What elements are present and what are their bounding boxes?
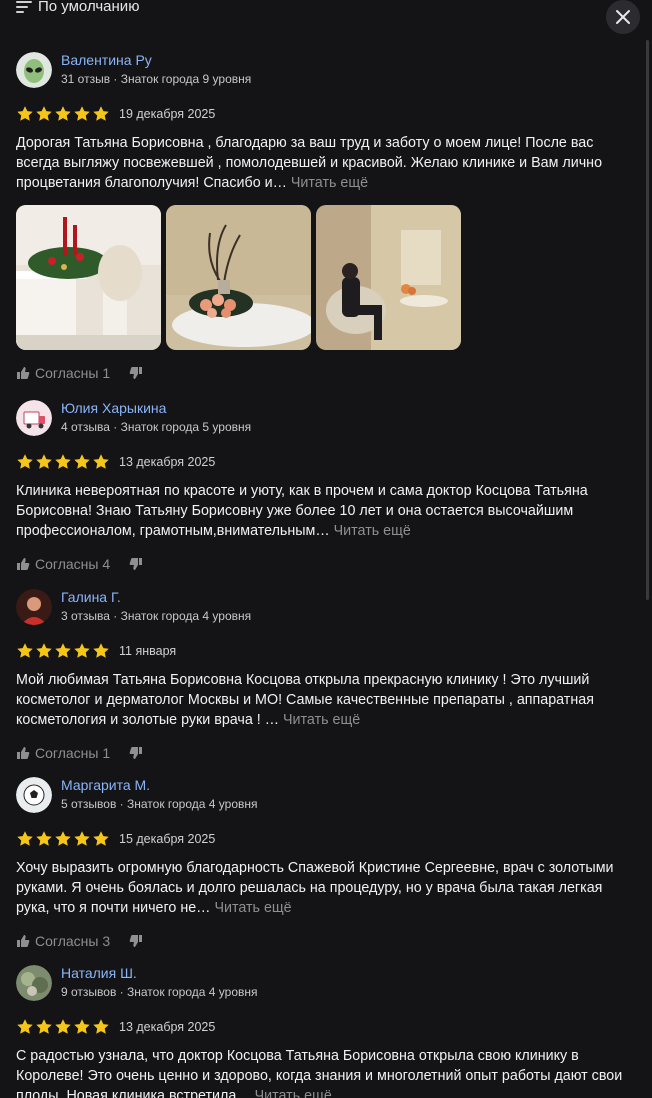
review-photo-3[interactable] xyxy=(316,205,461,350)
sort-dropdown[interactable]: По умолчанию xyxy=(16,0,139,15)
review-card: Валентина Ру 31 отзыв · Знаток города 9 … xyxy=(16,52,636,382)
sort-label: По умолчанию xyxy=(38,0,140,15)
review-author-meta: 31 отзыв · Знаток города 9 уровня xyxy=(61,72,252,86)
review-text: Мой любимая Татьяна Борисовна Косцова от… xyxy=(16,672,594,728)
review-text: Хочу выразить огромную благодарность Спа… xyxy=(16,860,614,916)
review-date: 15 декабря 2025 xyxy=(119,832,216,846)
star-icon xyxy=(36,1019,52,1034)
dislike-button[interactable] xyxy=(129,934,143,948)
review-author[interactable]: Юлия Харыкина xyxy=(61,400,166,416)
star-icon xyxy=(74,831,90,846)
star-rating xyxy=(16,830,110,848)
review-photo-1[interactable] xyxy=(16,205,161,350)
dislike-button[interactable] xyxy=(129,366,143,380)
star-icon xyxy=(74,1019,90,1034)
review-card: Галина Г. 3 отзыва · Знаток города 4 уро… xyxy=(16,589,636,762)
review-author-meta: 5 отзывов · Знаток города 4 уровня xyxy=(61,797,258,811)
star-icon xyxy=(17,643,33,658)
top-bar: По умолчанию xyxy=(0,0,652,34)
read-more-link[interactable]: Читать ещё xyxy=(214,900,291,916)
dislike-button[interactable] xyxy=(129,746,143,760)
review-author[interactable]: Валентина Ру xyxy=(61,52,152,68)
review-text: Клиника невероятная по красоте и уюту, к… xyxy=(16,483,588,539)
thumbs-up-icon xyxy=(17,935,30,947)
review-card: Юлия Харыкина 4 отзыва · Знаток города 5… xyxy=(16,400,636,573)
agree-button[interactable]: Согласны 3 xyxy=(16,933,110,949)
star-icon xyxy=(93,454,109,469)
review-text: С радостью узнала, что доктор Косцова Та… xyxy=(16,1046,636,1098)
thumbs-up-icon xyxy=(17,558,30,570)
review-date: 19 декабря 2025 xyxy=(119,107,216,121)
review-card: Маргарита М. 5 отзывов · Знаток города 4… xyxy=(16,777,636,950)
avatar-alien[interactable] xyxy=(16,52,52,88)
star-rating xyxy=(16,105,110,123)
star-icon xyxy=(55,454,71,469)
thumbs-down-icon xyxy=(129,558,143,570)
review-photos xyxy=(16,205,636,350)
review-author[interactable]: Маргарита М. xyxy=(61,777,150,793)
read-more-link[interactable]: Читать ещё xyxy=(255,1088,332,1098)
star-icon xyxy=(93,1019,109,1034)
review-author[interactable]: Наталия Ш. xyxy=(61,965,137,981)
thumbs-down-icon xyxy=(129,747,143,759)
star-rating xyxy=(16,1018,110,1036)
star-icon xyxy=(55,831,71,846)
star-icon xyxy=(93,831,109,846)
star-icon xyxy=(74,106,90,121)
review-card: Наталия Ш. 9 отзывов · Знаток города 4 у… xyxy=(16,965,636,1098)
star-icon xyxy=(74,454,90,469)
review-date: 13 декабря 2025 xyxy=(119,455,216,469)
close-icon xyxy=(616,10,630,24)
review-date: 13 декабря 2025 xyxy=(119,1020,216,1034)
review-author-meta: 3 отзыва · Знаток города 4 уровня xyxy=(61,609,252,623)
star-icon xyxy=(36,106,52,121)
avatar-photo[interactable] xyxy=(16,589,52,625)
avatar-soccer-ball[interactable] xyxy=(16,777,52,813)
thumbs-up-icon xyxy=(17,367,30,379)
star-icon xyxy=(93,106,109,121)
review-date: 11 января xyxy=(119,644,177,658)
scrollbar[interactable] xyxy=(646,40,649,600)
star-icon xyxy=(36,831,52,846)
star-icon xyxy=(36,454,52,469)
star-icon xyxy=(17,1019,33,1034)
star-icon xyxy=(17,831,33,846)
avatar-truck[interactable] xyxy=(16,400,52,436)
star-icon xyxy=(93,643,109,658)
agree-button[interactable]: Согласны 1 xyxy=(16,745,110,761)
avatar-nature[interactable] xyxy=(16,965,52,1001)
review-author-meta: 4 отзыва · Знаток города 5 уровня xyxy=(61,420,252,434)
agree-button[interactable]: Согласны 1 xyxy=(16,365,110,381)
review-author[interactable]: Галина Г. xyxy=(61,589,121,605)
star-icon xyxy=(36,643,52,658)
star-icon xyxy=(74,643,90,658)
star-icon xyxy=(55,643,71,658)
thumbs-up-icon xyxy=(17,747,30,759)
thumbs-down-icon xyxy=(129,367,143,379)
read-more-link[interactable]: Читать ещё xyxy=(334,523,411,539)
star-icon xyxy=(17,106,33,121)
review-author-meta: 9 отзывов · Знаток города 4 уровня xyxy=(61,985,258,999)
star-rating xyxy=(16,642,110,660)
read-more-link[interactable]: Читать ещё xyxy=(283,712,360,728)
thumbs-down-icon xyxy=(129,935,143,947)
dislike-button[interactable] xyxy=(129,557,143,571)
read-more-link[interactable]: Читать ещё xyxy=(291,175,368,191)
close-button[interactable] xyxy=(606,0,640,34)
review-text: Дорогая Татьяна Борисовна , благодарю за… xyxy=(16,135,603,191)
star-icon xyxy=(55,106,71,121)
sort-lines-icon xyxy=(16,0,32,13)
star-icon xyxy=(17,454,33,469)
agree-button[interactable]: Согласны 4 xyxy=(16,556,110,572)
review-photo-2[interactable] xyxy=(166,205,311,350)
star-icon xyxy=(55,1019,71,1034)
star-rating xyxy=(16,453,110,471)
